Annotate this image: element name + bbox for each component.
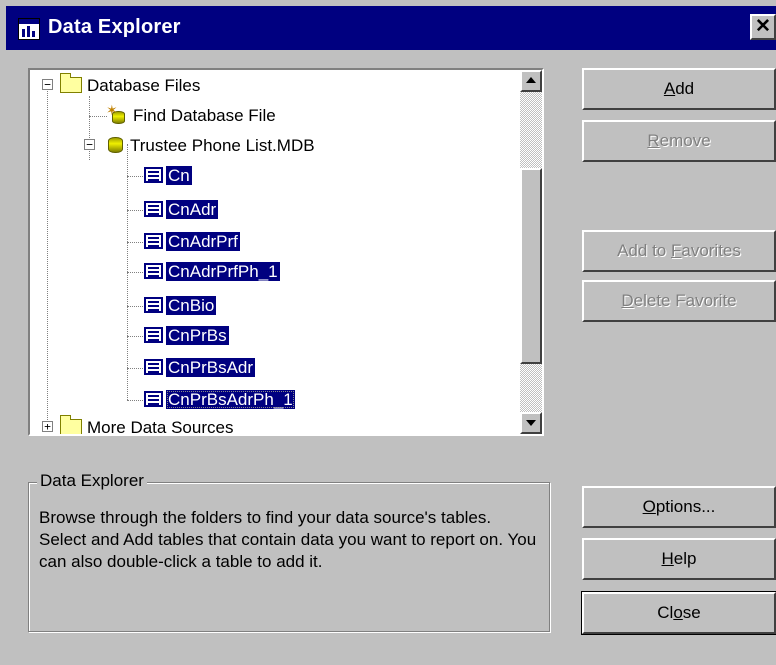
tree-node-database-trustee-phone-list[interactable]: Trustee Phone List.MDB <box>108 132 317 160</box>
scroll-down-arrow-icon[interactable] <box>520 412 542 434</box>
tree-node-label: Trustee Phone List.MDB <box>130 136 315 155</box>
tree-node-label: CnPrBsAdr <box>166 358 256 377</box>
button-accesskey: A <box>663 79 676 98</box>
tree-node-label: Cn <box>166 166 192 185</box>
table-icon <box>144 391 163 407</box>
window-title: Data Explorer <box>48 16 181 38</box>
tree-node-find-database-file[interactable]: Find Database File <box>106 96 278 130</box>
table-icon <box>144 297 163 313</box>
close-window-button[interactable]: ✕ <box>750 14 776 40</box>
tree-node-database-files[interactable]: Database Files <box>60 72 202 100</box>
button-accesskey: F <box>670 241 682 260</box>
collapse-database-toggle[interactable]: − <box>84 139 95 150</box>
info-description: Browse through the folders to find your … <box>39 508 537 571</box>
button-label: emove <box>659 131 711 150</box>
tree-node-table[interactable]: CnBio <box>144 292 217 320</box>
tree-line <box>89 116 107 117</box>
button-label: Add to <box>617 241 671 260</box>
table-icon <box>144 167 163 183</box>
tree-node-label: Database Files <box>87 76 201 95</box>
collapse-database-files-toggle[interactable]: − <box>42 79 53 90</box>
tree-node-label: CnBio <box>166 296 217 315</box>
tree-vertical-scrollbar[interactable] <box>520 70 542 434</box>
data-explorer-info-group: Data Explorer Browse through the folders… <box>28 471 550 632</box>
table-icon <box>144 233 163 249</box>
delete-favorite-button[interactable]: Delete Favorite <box>582 280 776 322</box>
table-icon <box>144 327 163 343</box>
scroll-up-arrow-icon[interactable] <box>520 70 542 92</box>
options-button[interactable]: Options... <box>582 486 776 528</box>
table-icon <box>144 359 163 375</box>
expand-more-data-sources-toggle[interactable]: + <box>42 421 53 432</box>
add-button[interactable]: Add <box>582 68 776 110</box>
data-explorer-app-icon <box>18 18 40 40</box>
tree-line <box>127 242 143 243</box>
tree-line <box>127 306 143 307</box>
tree-node-label: CnAdr <box>166 200 219 219</box>
button-label: elete Favorite <box>633 291 737 310</box>
data-source-tree[interactable]: − Database Files Find Database File − Tr… <box>28 68 544 436</box>
tree-node-table[interactable]: Cn <box>144 162 192 190</box>
tree-node-label: CnAdrPrfPh_1 <box>166 262 280 281</box>
tree-node-table[interactable]: CnAdrPrf <box>144 228 240 256</box>
tree-node-more-data-sources[interactable]: More Data Sources <box>60 414 235 436</box>
help-button[interactable]: Help <box>582 538 776 580</box>
folder-icon <box>60 73 82 93</box>
tree-node-table[interactable]: CnAdr <box>144 196 219 224</box>
tree-line <box>127 400 143 401</box>
button-accesskey: O <box>642 497 656 516</box>
title-bar[interactable]: Data Explorer ✕ <box>6 6 776 50</box>
button-label: se <box>682 603 701 622</box>
tree-line <box>127 368 143 369</box>
folder-icon <box>60 415 82 434</box>
button-accesskey: R <box>647 131 660 150</box>
data-explorer-window: Data Explorer ✕ − Database Files ✶Find D… <box>0 0 776 665</box>
button-label: ptions... <box>655 497 716 516</box>
tree-node-label: CnPrBsAdrPh_1 <box>166 390 295 409</box>
button-label: avorites <box>681 241 741 260</box>
add-to-favorites-button[interactable]: Add to Favorites <box>582 230 776 272</box>
tree-line <box>47 84 48 422</box>
scroll-thumb[interactable] <box>520 168 542 364</box>
button-accesskey: o <box>673 603 683 622</box>
tree-node-table[interactable]: CnAdrPrfPh_1 <box>144 258 280 286</box>
group-legend: Data Explorer <box>37 471 147 491</box>
find-database-icon <box>106 96 127 124</box>
tree-node-label: CnPrBs <box>166 326 229 345</box>
tree-node-table[interactable]: CnPrBsAdrPh_1 <box>144 386 295 414</box>
button-label: dd <box>675 79 695 98</box>
remove-button[interactable]: Remove <box>582 120 776 162</box>
button-label: Cl <box>657 603 674 622</box>
tree-node-table[interactable]: CnPrBsAdr <box>144 354 256 382</box>
tree-line <box>127 176 143 177</box>
database-icon <box>108 137 123 153</box>
tree-line <box>127 272 143 273</box>
close-button[interactable]: Close <box>581 591 776 635</box>
table-icon <box>144 201 163 217</box>
button-accesskey: D <box>621 291 634 310</box>
tree-line <box>127 210 143 211</box>
button-label: elp <box>673 549 697 568</box>
table-icon <box>144 263 163 279</box>
tree-node-label: More Data Sources <box>87 418 234 436</box>
button-accesskey: H <box>661 549 674 568</box>
tree-node-table[interactable]: CnPrBs <box>144 322 229 350</box>
tree-node-label: Find Database File <box>133 106 276 125</box>
tree-line <box>127 336 143 337</box>
tree-node-label: CnAdrPrf <box>166 232 240 251</box>
